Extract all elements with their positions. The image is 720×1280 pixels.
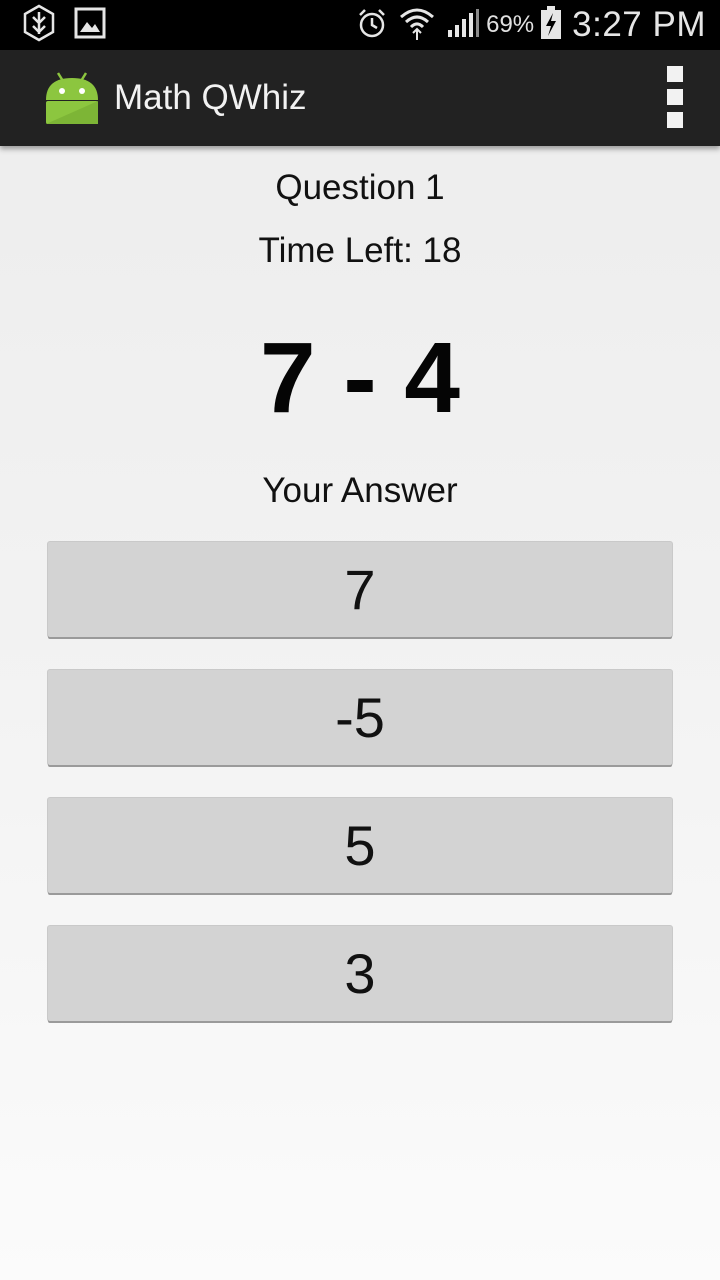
- wifi-icon: [398, 5, 436, 46]
- math-problem: 7 - 4: [259, 322, 461, 434]
- answer-button-3[interactable]: 5: [48, 798, 672, 893]
- answer-button-2[interactable]: -5: [48, 670, 672, 765]
- gallery-icon: [74, 7, 106, 44]
- status-bar-right: 69% 3:27 PM: [356, 0, 706, 50]
- answer-prompt: Your Answer: [262, 471, 458, 510]
- battery-percentage: 69%: [486, 11, 535, 38]
- battery-charging-icon: [540, 5, 562, 45]
- overflow-menu-icon[interactable]: [660, 66, 690, 130]
- answer-options: 7 -5 5 3: [48, 542, 672, 1054]
- status-bar: 69% 3:27 PM: [0, 0, 720, 50]
- answer-button-4[interactable]: 3: [48, 926, 672, 1021]
- answer-button-1[interactable]: 7: [48, 542, 672, 637]
- status-time: 3:27 PM: [572, 5, 706, 44]
- app-notification-icon: [22, 4, 56, 47]
- action-bar: Math QWhiz: [0, 50, 720, 146]
- app-title: Math QWhiz: [114, 78, 307, 117]
- signal-icon: [446, 8, 480, 43]
- alarm-icon: [356, 7, 388, 44]
- time-left-label: Time Left: 18: [258, 231, 462, 270]
- android-icon: [44, 70, 100, 126]
- status-bar-left: [22, 4, 106, 47]
- question-label: Question 1: [275, 168, 445, 207]
